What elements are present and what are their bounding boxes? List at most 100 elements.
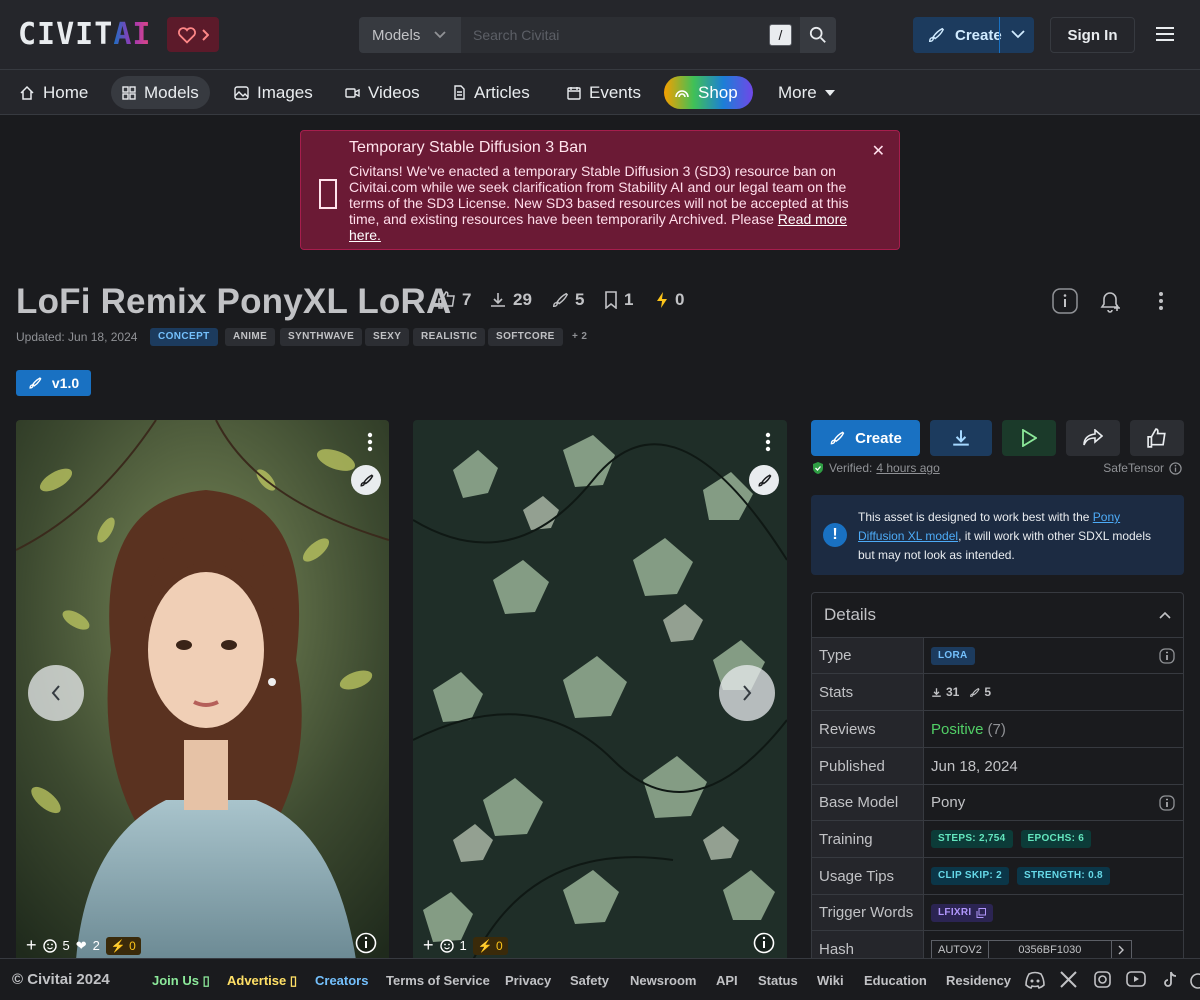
x-twitter-icon[interactable]: [1060, 971, 1077, 988]
shield-check-icon: [813, 462, 823, 474]
smile-icon[interactable]: [439, 938, 454, 953]
nav-videos[interactable]: Videos: [334, 76, 431, 109]
support-heart-button[interactable]: [167, 17, 219, 52]
civitai-logo[interactable]: CIVITAI: [18, 20, 151, 50]
nav-home[interactable]: Home: [8, 76, 99, 109]
detail-row-reviews: Reviews Positive (7): [812, 711, 1183, 748]
footer-link-safety[interactable]: Safety: [570, 973, 609, 988]
tag[interactable]: CONCEPT: [150, 328, 218, 346]
instagram-icon[interactable]: [1094, 971, 1111, 988]
info-circle-icon[interactable]: [355, 932, 377, 954]
nav-shop[interactable]: Shop: [664, 76, 753, 109]
add-reaction-icon[interactable]: +: [423, 935, 434, 956]
kebab-menu-icon[interactable]: [1158, 292, 1164, 310]
footer-link-terms[interactable]: Terms of Service: [386, 973, 490, 988]
search-input[interactable]: Search Civitai /: [461, 17, 800, 53]
info-circle-icon[interactable]: [1159, 794, 1175, 811]
search-button[interactable]: [800, 17, 836, 53]
footer-link-newsroom[interactable]: Newsroom: [630, 973, 696, 988]
bookmarks-stat: 1: [604, 290, 633, 310]
chevron-left-icon: [51, 685, 60, 701]
chevron-down-icon[interactable]: [1011, 30, 1025, 39]
grid-icon: [122, 85, 136, 100]
search-bar: Models Search Civitai /: [359, 17, 836, 53]
hash-value[interactable]: 0356BF1030: [987, 939, 1112, 960]
detail-row-usage-tips: Usage Tips CLIP SKIP: 2 STRENGTH: 0.8: [812, 858, 1183, 895]
version-badge[interactable]: v1.0: [16, 370, 91, 396]
carousel-next-button[interactable]: [719, 665, 775, 721]
search-type-select[interactable]: Models: [359, 17, 461, 53]
info-circle-icon[interactable]: [1159, 647, 1175, 664]
search-icon: [809, 26, 826, 43]
sign-in-button[interactable]: Sign In: [1050, 17, 1135, 53]
more-tags[interactable]: + 2: [564, 328, 595, 346]
nav-models[interactable]: Models: [111, 76, 210, 109]
search-shortcut-key: /: [769, 24, 792, 46]
alert-title: Temporary Stable Diffusion 3 Ban: [349, 139, 588, 156]
comment-count: 5: [62, 938, 70, 953]
brush-icon: [29, 377, 42, 389]
footer-link-privacy[interactable]: Privacy: [505, 973, 551, 988]
share-button[interactable]: [1066, 420, 1120, 456]
hash-algo-select[interactable]: AUTOV2: [931, 939, 988, 960]
add-reaction-icon[interactable]: +: [26, 935, 37, 956]
downloads-stat: 29: [489, 290, 532, 310]
tag[interactable]: SOFTCORE: [488, 328, 563, 346]
chevron-up-icon: [1159, 611, 1171, 619]
info-circle-icon[interactable]: [753, 932, 775, 954]
smile-icon[interactable]: [42, 938, 57, 953]
footer-link-advertise[interactable]: Advertise ▯: [227, 973, 297, 989]
tiktok-icon[interactable]: [1162, 971, 1178, 989]
close-icon[interactable]: ✕: [872, 141, 885, 161]
hash-next-button[interactable]: [1111, 939, 1132, 960]
footer-link-education[interactable]: Education: [864, 973, 927, 988]
footer-link-api[interactable]: API: [716, 973, 738, 988]
kebab-menu-icon[interactable]: [367, 432, 373, 452]
heart-icon[interactable]: ❤: [76, 938, 87, 954]
nav-articles[interactable]: Articles: [442, 76, 541, 109]
details-header[interactable]: Details: [812, 593, 1183, 638]
youtube-icon[interactable]: [1126, 971, 1146, 987]
tag[interactable]: REALISTIC: [413, 328, 486, 346]
footer-link-wiki[interactable]: Wiki: [817, 973, 844, 988]
remix-button[interactable]: [749, 465, 779, 495]
file-format: SafeTensor: [1103, 461, 1182, 475]
carousel-prev-button[interactable]: [28, 665, 84, 721]
kebab-menu-icon[interactable]: [765, 432, 771, 452]
discord-icon[interactable]: [1025, 971, 1045, 989]
remix-button[interactable]: [351, 465, 381, 495]
nav-more[interactable]: More: [767, 76, 846, 109]
play-button[interactable]: [1002, 420, 1056, 456]
reddit-icon[interactable]: [1188, 971, 1200, 989]
header-create-button[interactable]: Create: [913, 17, 1034, 53]
footer-link-creators[interactable]: Creators: [315, 973, 368, 988]
info-icon[interactable]: [1052, 288, 1078, 314]
tag[interactable]: ANIME: [225, 328, 276, 346]
nav-events[interactable]: Events: [556, 76, 652, 109]
info-circle-icon[interactable]: [1169, 461, 1182, 475]
detail-row-stats: Stats 31 5: [812, 674, 1183, 711]
download-button[interactable]: [930, 420, 992, 456]
bell-plus-icon[interactable]: [1100, 291, 1122, 313]
like-button[interactable]: [1130, 420, 1184, 456]
trigger-word-badge[interactable]: LFIXRI: [931, 903, 994, 922]
epochs-badge: EPOCHS: 6: [1020, 830, 1092, 848]
footer-link-status[interactable]: Status: [758, 973, 798, 988]
nav-images[interactable]: Images: [223, 76, 324, 109]
brush-icon: [928, 27, 945, 43]
reaction-bar: + 5 ❤ 2 ⚡ 0: [26, 935, 141, 956]
buzz-tip-button[interactable]: ⚡ 0: [472, 936, 508, 955]
hamburger-menu-icon[interactable]: [1155, 26, 1175, 42]
likes-stat: 7: [438, 290, 471, 310]
tag[interactable]: SEXY: [365, 328, 410, 346]
verified-time-link[interactable]: 4 hours ago: [876, 461, 939, 475]
buzz-tip-button[interactable]: ⚡ 0: [105, 936, 141, 955]
footer-link-join-us[interactable]: Join Us ▯: [152, 973, 210, 989]
model-title: LoFi Remix PonyXL LoRA: [16, 282, 452, 321]
create-button[interactable]: Create: [811, 420, 920, 456]
chevron-right-icon: [1118, 945, 1125, 954]
notice-text: This asset is designed to work best with…: [858, 510, 1152, 562]
tag[interactable]: SYNTHWAVE: [280, 328, 363, 346]
footer-link-residency[interactable]: Residency: [946, 973, 1011, 988]
reviews-sentiment[interactable]: Positive: [931, 721, 984, 738]
